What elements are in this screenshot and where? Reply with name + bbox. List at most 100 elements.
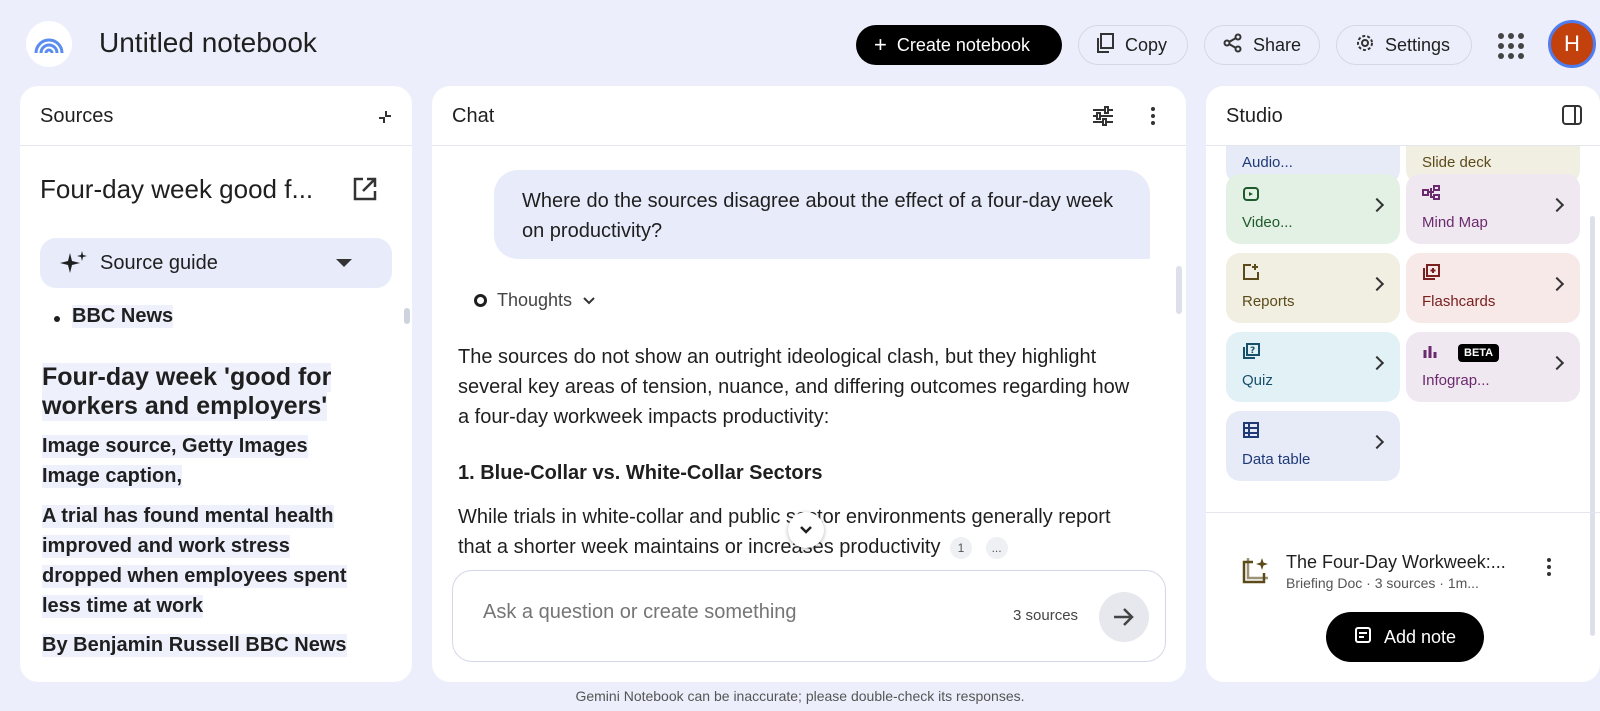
copy-button[interactable]: Copy — [1078, 25, 1188, 65]
chat-input[interactable] — [483, 601, 963, 624]
chat-title: Chat — [452, 105, 495, 127]
collapse-panel-icon[interactable] — [376, 108, 394, 131]
copy-icon — [1097, 32, 1115, 58]
video-icon — [1242, 184, 1260, 207]
chevron-right-icon — [1549, 355, 1565, 371]
studio-title: Studio — [1226, 105, 1283, 127]
create-notebook-button[interactable]: + Create notebook — [856, 25, 1062, 65]
svg-text:?: ? — [1250, 346, 1255, 356]
studio-tile-mind-map[interactable]: Mind Map — [1406, 174, 1580, 244]
more-vert-icon[interactable] — [1546, 558, 1552, 581]
studio-tile-label: Audio... — [1242, 154, 1293, 171]
studio-tile-label: Slide deck — [1422, 154, 1492, 171]
chevron-right-icon — [1369, 434, 1385, 450]
source-byline: By Benjamin Russell BBC News — [42, 634, 347, 657]
open-external-icon[interactable] — [352, 176, 378, 207]
studio-tile-infographic[interactable]: BETA Infograp... — [1406, 332, 1580, 402]
studio-tile-data-table[interactable]: Data table — [1226, 411, 1400, 481]
settings-label: Settings — [1385, 34, 1451, 55]
source-text-line: improved and work stress — [42, 535, 290, 558]
response-intro: The sources do not show an outright ideo… — [458, 346, 1130, 428]
studio-tile-quiz[interactable]: ? Quiz — [1226, 332, 1400, 402]
source-text-line: dropped when employees spent — [42, 565, 347, 588]
studio-tile-flashcards[interactable]: Flashcards — [1406, 253, 1580, 323]
source-text-line: A trial has found mental health — [42, 505, 334, 528]
studio-tile-label: Data table — [1242, 451, 1311, 468]
studio-tile-video[interactable]: Video... — [1226, 174, 1400, 244]
studio-tile-label: Quiz — [1242, 372, 1273, 389]
sources-panel: Sources Four-day week good f... Source g… — [20, 86, 412, 682]
avatar[interactable]: H — [1548, 20, 1596, 68]
chat-composer: 3 sources — [452, 570, 1166, 662]
add-note-label: Add note — [1383, 626, 1457, 647]
beta-badge: BETA — [1458, 344, 1500, 362]
source-headline-2: workers and employers' — [42, 392, 328, 421]
share-icon — [1223, 33, 1243, 58]
chevron-right-icon — [1549, 276, 1565, 292]
chevron-down-icon — [582, 290, 596, 311]
thoughts-toggle[interactable]: Thoughts — [474, 290, 596, 311]
source-guide-label: Source guide — [100, 252, 218, 274]
gear-icon — [1355, 33, 1375, 58]
user-message: Where do the sources disagree about the … — [494, 170, 1150, 259]
plus-icon: + — [874, 32, 887, 57]
source-document-title: Four-day week good f... — [40, 174, 314, 204]
chevron-right-icon — [1369, 276, 1385, 292]
chevron-right-icon — [1549, 197, 1565, 213]
citation-more-chip[interactable]: ... — [985, 536, 1008, 559]
toggle-panel-icon[interactable] — [1562, 105, 1582, 130]
notebook-logo-icon[interactable] — [26, 21, 72, 67]
studio-panel: Studio Audio... Slide deck Video... Mind… — [1206, 86, 1600, 682]
reports-icon — [1242, 263, 1260, 286]
response-section-heading: 1. Blue-Collar vs. White-Collar Sectors — [458, 462, 823, 484]
source-text-line: Image caption, — [42, 465, 183, 488]
quiz-icon: ? — [1242, 342, 1260, 365]
note-title[interactable]: The Four-Day Workweek:... — [1286, 552, 1506, 573]
scroll-down-button[interactable] — [788, 512, 824, 548]
sources-title: Sources — [40, 105, 114, 127]
studio-tile-label: Reports — [1242, 293, 1295, 310]
response-text: While trials in white-collar and public … — [458, 506, 1111, 558]
bullet-icon — [54, 316, 60, 322]
studio-tile-label: Mind Map — [1422, 214, 1488, 231]
settings-button[interactable]: Settings — [1336, 25, 1472, 65]
source-publisher: BBC News — [72, 305, 174, 328]
mind-map-icon — [1422, 184, 1440, 207]
add-note-button[interactable]: Add note — [1326, 612, 1484, 662]
create-notebook-label: Create notebook — [896, 34, 1030, 55]
studio-tile-label: Video... — [1242, 214, 1293, 231]
caret-down-icon — [336, 259, 352, 267]
chat-panel: Chat Where do the sources disagree about… — [432, 86, 1186, 682]
thoughts-ring-icon — [474, 294, 487, 307]
sources-header: Sources — [20, 86, 412, 146]
more-vert-icon[interactable] — [1150, 106, 1156, 131]
tune-icon[interactable] — [1092, 106, 1114, 131]
top-bar: Untitled notebook + Create notebook Copy… — [0, 0, 1600, 88]
note-doc-icon — [1240, 556, 1270, 591]
share-label: Share — [1253, 34, 1302, 55]
source-guide-toggle[interactable]: Source guide — [40, 238, 392, 288]
chat-scrollbar[interactable] — [1176, 266, 1182, 314]
studio-tile-label: Infograp... — [1422, 372, 1490, 389]
source-text-line: Image source, Getty Images — [42, 435, 308, 458]
citation-chip[interactable]: 1 — [950, 536, 973, 559]
studio-header: Studio — [1206, 86, 1600, 146]
sparkle-icon — [60, 249, 88, 282]
flashcards-icon — [1422, 263, 1440, 286]
chat-header: Chat — [432, 86, 1186, 146]
copy-label: Copy — [1125, 34, 1168, 55]
apps-grid-icon[interactable] — [1498, 33, 1524, 59]
studio-tile-label: Flashcards — [1422, 293, 1496, 310]
chevron-right-icon — [1369, 355, 1385, 371]
note-icon — [1354, 626, 1372, 649]
studio-scrollbar[interactable] — [1590, 216, 1595, 636]
divider — [1206, 512, 1600, 513]
source-headline-1: Four-day week 'good for — [42, 363, 332, 392]
notebook-title[interactable]: Untitled notebook — [99, 27, 317, 59]
data-table-icon — [1242, 421, 1260, 444]
share-button[interactable]: Share — [1204, 25, 1320, 65]
studio-tile-reports[interactable]: Reports — [1226, 253, 1400, 323]
infographic-icon — [1422, 342, 1440, 365]
send-button[interactable] — [1099, 592, 1149, 642]
sources-scrollbar[interactable] — [404, 308, 410, 324]
